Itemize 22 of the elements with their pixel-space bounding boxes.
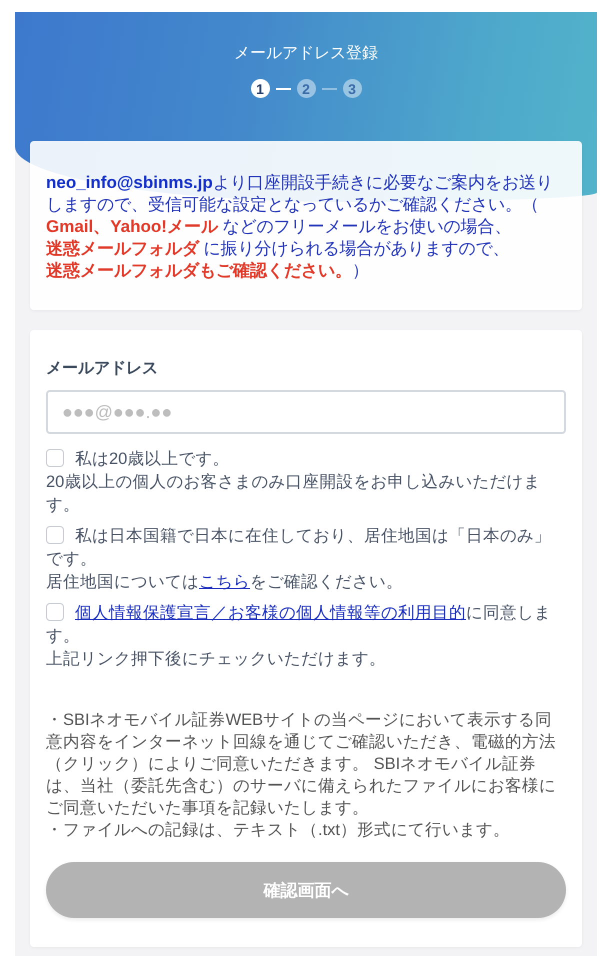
step-connector [322,88,336,90]
disclaimer-text: ・ファイルへの記録は、テキスト（.txt）形式にて行います。 [46,820,512,841]
step-number: 1 [250,79,270,98]
text-link[interactable]: こちら [199,573,250,591]
field-label: メールアドレス [46,359,158,379]
disclaimer-text: ・SBIネオモバイル証券WEBサイトの当ページにおいて表示する同意内容をインターネット回線を通じてご確認いただき、電磁的方法（クリック）によりご同意いただきます。 SBIネオモバイル証券は、当社（委託先含む）のサーバに備えられたファイルにお客様にご同意いただいた事項を記録いたします。 [46,710,557,819]
checkbox[interactable] [46,449,64,467]
consent-note: 上記リンク押下後にチェックいただけます。 [46,649,387,670]
page-title: メールアドレス登録 [234,44,378,64]
checkbox[interactable] [46,603,64,621]
step-number: 3 [342,79,362,98]
consent-note: 居住地国については こちら をご確認ください。 [46,572,404,593]
consent-note: 20歳以上の個人のお客さまのみ口座開設をお申し込みいただけます。 [46,472,542,516]
notice-text: neo_info@sbinms.jpより口座開設手続きに必要なご案内をお送りしますので、受信可能な設定となっているかご確認ください。（ Gmail、Yahoo!メール などのフリーメールをお使いの場合、 迷惑メールフォルダ に振り分けられる場合がありますので、 迷惑メールフォルダもご確認ください。） [46,172,554,282]
step-number: 2 [296,79,316,98]
text-link[interactable]: 個人情報保護宣言／お客様の個人情報等の利用目的 [75,604,466,622]
consent-text: 私は日本国籍で日本に在住しており、居住地国は「日本のみ」です。 [46,525,552,570]
checkbox[interactable] [46,526,64,544]
email-input[interactable]: ●●●@●●●.●● [46,390,566,434]
step-connector [276,88,290,90]
consent-text: 私は20歳以上です。 [46,448,566,471]
consent-text: 個人情報保護宣言／お客様の個人情報等の利用目的に同意します。 [46,602,552,647]
